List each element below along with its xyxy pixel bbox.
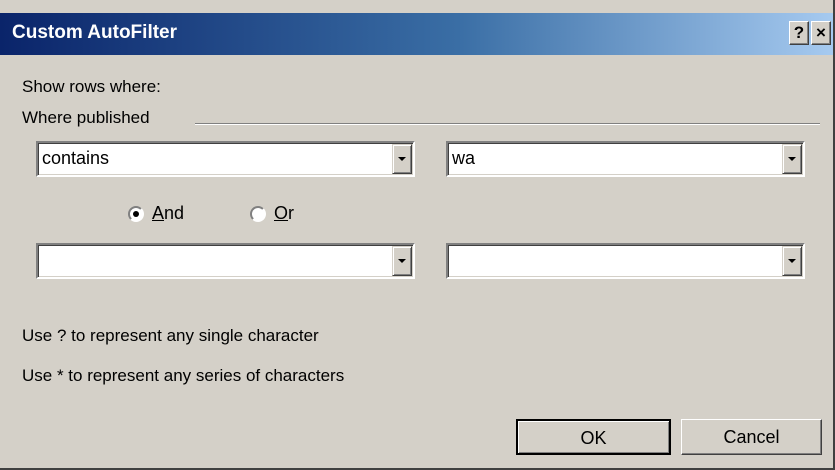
ok-button[interactable]: OK (516, 419, 671, 455)
or-label: Or (274, 203, 295, 223)
value-dropdown-button-1[interactable] (782, 144, 802, 174)
operator-select-2[interactable] (36, 243, 415, 279)
or-radio[interactable] (250, 205, 266, 222)
close-button[interactable]: × (811, 21, 831, 45)
and-radio-option[interactable]: And (128, 203, 184, 224)
operator-dropdown-button-2[interactable] (392, 246, 412, 276)
title-bar[interactable]: Custom AutoFilter ? × (0, 13, 833, 55)
chevron-down-icon (788, 259, 796, 263)
operator-value-1: contains (42, 148, 110, 168)
chevron-down-icon (398, 259, 406, 263)
custom-autofilter-dialog: Custom AutoFilter ? × Show rows where: W… (0, 0, 835, 470)
value-combo-1[interactable] (446, 141, 805, 177)
value-combo-2[interactable] (446, 243, 805, 279)
operator-select-1[interactable]: contains (36, 141, 415, 177)
help-button[interactable]: ? (789, 21, 809, 45)
value-input-1[interactable] (452, 148, 732, 169)
value-dropdown-button-2[interactable] (782, 246, 802, 276)
operator-dropdown-button-1[interactable] (392, 144, 412, 174)
or-radio-option[interactable]: Or (250, 203, 294, 224)
and-radio[interactable] (128, 205, 144, 222)
chevron-down-icon (398, 157, 406, 161)
chevron-down-icon (788, 157, 796, 161)
hint-series-characters: Use * to represent any series of charact… (22, 366, 345, 385)
radio-selected-dot (133, 210, 139, 217)
cancel-button[interactable]: Cancel (681, 419, 822, 455)
dialog-title: Custom AutoFilter (12, 22, 178, 43)
hint-single-character: Use ? to represent any single character (22, 326, 319, 345)
value-input-2[interactable] (452, 250, 732, 271)
show-rows-label: Show rows where: (22, 77, 161, 96)
and-label: And (152, 203, 185, 223)
field-name-label: Where published (22, 108, 150, 127)
group-divider (195, 123, 820, 125)
